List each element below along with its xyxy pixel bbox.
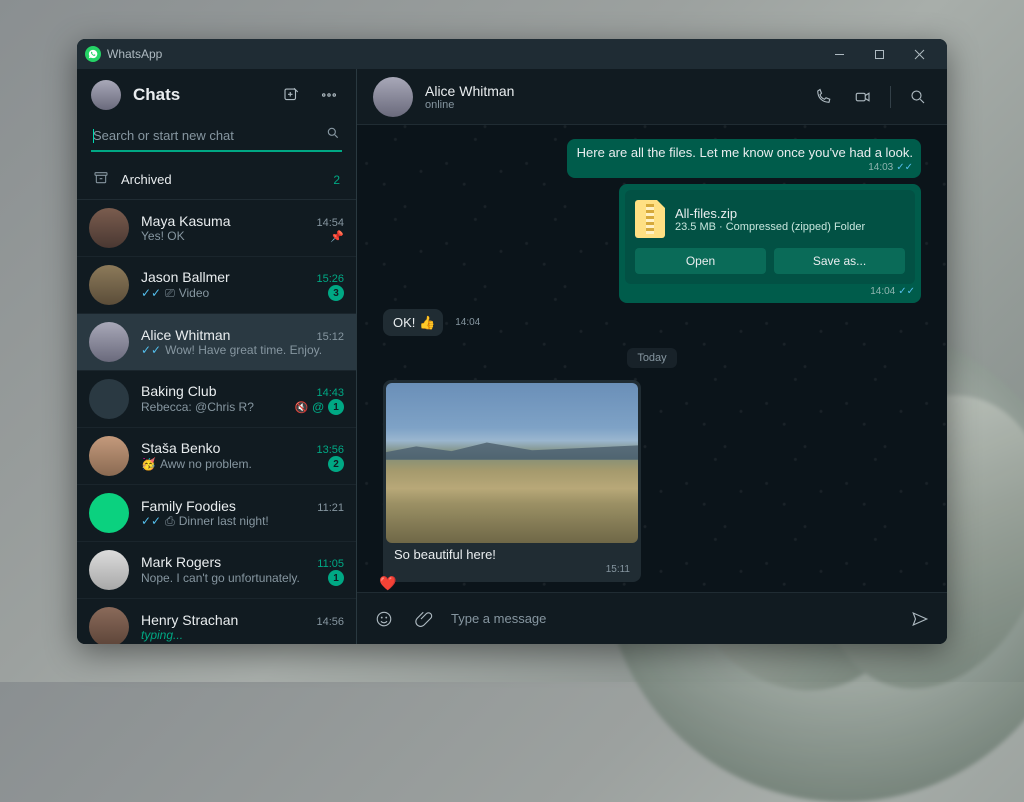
contact-name: Alice Whitman: [425, 83, 798, 99]
chat-preview: Rebecca: @Chris R?: [141, 400, 291, 414]
chat-avatar: [89, 265, 129, 305]
chat-preview: Wow! Have great time. Enjoy.: [165, 343, 340, 357]
chat-avatar: [89, 208, 129, 248]
whatsapp-logo-icon: [85, 46, 101, 62]
chat-list-item[interactable]: Baking Club14:43 Rebecca: @Chris R? 🔇@1: [77, 371, 356, 428]
chat-list-item[interactable]: Family Foodies11:21 ✓✓ ⎙ Dinner last night!: [77, 485, 356, 542]
chat-header: Alice Whitman online: [357, 69, 947, 125]
search-box[interactable]: [91, 121, 342, 152]
chat-name: Jason Ballmer: [141, 269, 316, 285]
chat-preview: Nope. I can't go unfortunately.: [141, 571, 324, 585]
chat-avatar: [89, 322, 129, 362]
chat-list-item[interactable]: Alice Whitman15:12 ✓✓ Wow! Have great time…: [77, 314, 356, 371]
sidebar: Chats: [77, 69, 357, 644]
chat-name: Family Foodies: [141, 498, 317, 514]
video-icon: ⎚: [165, 286, 175, 301]
date-separator: Today: [627, 348, 676, 368]
read-check-icon: ✓✓: [141, 343, 161, 357]
chat-preview: typing...: [141, 628, 340, 642]
mention-icon: @: [312, 400, 324, 414]
chat-preview: Yes! OK: [141, 229, 326, 243]
chat-list-item[interactable]: Henry Strachan14:56typing...: [77, 599, 356, 644]
attach-button[interactable]: [411, 606, 437, 632]
window-maximize-button[interactable]: [859, 39, 899, 69]
chat-avatar: [89, 436, 129, 476]
video-call-button[interactable]: [850, 84, 876, 110]
chat-time: 11:05: [317, 558, 344, 570]
unread-badge: 1: [328, 570, 344, 586]
reaction-heart[interactable]: ❤️: [379, 575, 396, 592]
unread-badge: 3: [328, 285, 344, 301]
chat-name: Maya Kasuma: [141, 213, 316, 229]
file-save-button[interactable]: Save as...: [774, 248, 905, 274]
chat-time: 15:12: [316, 331, 344, 343]
more-menu-button[interactable]: [316, 82, 342, 108]
messages-area[interactable]: Here are all the files. Let me know once…: [357, 125, 947, 592]
message-out-text[interactable]: Here are all the files. Let me know once…: [567, 139, 921, 178]
chat-time: 13:56: [316, 444, 344, 456]
chat-avatar: [89, 607, 129, 644]
read-check-icon: ✓✓: [141, 514, 161, 528]
muted-icon: 🔇: [295, 401, 309, 414]
chat-name: Mark Rogers: [141, 554, 317, 570]
titlebar: WhatsApp: [77, 39, 947, 69]
chat-preview: Dinner last night!: [179, 514, 340, 528]
window-minimize-button[interactable]: [819, 39, 859, 69]
archived-row[interactable]: Archived 2: [77, 160, 356, 200]
message-input[interactable]: [451, 611, 893, 626]
titlebar-app-name: WhatsApp: [107, 47, 162, 61]
file-open-button[interactable]: Open: [635, 248, 766, 274]
photo-icon: ⎙: [165, 514, 175, 529]
window-close-button[interactable]: [899, 39, 939, 69]
chat-pane: Alice Whitman online: [357, 69, 947, 644]
chat-name: Baking Club: [141, 383, 316, 399]
chat-avatar: [89, 550, 129, 590]
archive-icon: [93, 170, 109, 189]
send-button[interactable]: [907, 606, 933, 632]
chat-time: 14:56: [316, 616, 344, 628]
chat-time: 11:21: [317, 502, 344, 514]
chat-name: Alice Whitman: [141, 327, 316, 343]
chat-name: Henry Strachan: [141, 612, 316, 628]
app-window: WhatsApp Chats: [77, 39, 947, 644]
chat-list[interactable]: Maya Kasuma14:54Yes! OK📌Jason Ballmer15:…: [77, 200, 356, 644]
new-chat-button[interactable]: [278, 82, 304, 108]
chat-avatar: [89, 379, 129, 419]
emoji-button[interactable]: [371, 606, 397, 632]
message-in-text[interactable]: OK! 👍: [383, 309, 443, 336]
chat-preview: Aww no problem.: [160, 457, 324, 471]
chat-list-item[interactable]: Maya Kasuma14:54Yes! OK 📌: [77, 200, 356, 257]
unread-badge: 1: [328, 399, 344, 415]
archived-count: 2: [333, 173, 340, 187]
chat-name: Staša Benko: [141, 440, 316, 456]
search-icon: [326, 126, 340, 145]
read-check-icon: ✓✓: [896, 162, 913, 173]
voice-call-button[interactable]: [810, 84, 836, 110]
chat-list-item[interactable]: Staša Benko13:56🥳Aww no problem.2: [77, 428, 356, 485]
contact-status: online: [425, 99, 798, 111]
chat-search-button[interactable]: [905, 84, 931, 110]
zip-file-icon: [635, 200, 665, 238]
chat-list-item[interactable]: Mark Rogers11:05Nope. I can't go unfortu…: [77, 542, 356, 599]
contact-avatar[interactable]: [373, 77, 413, 117]
chat-time: 14:54: [316, 217, 344, 229]
chat-time: 15:26: [316, 273, 344, 285]
read-check-icon: ✓✓: [141, 286, 161, 300]
photo-thumbnail[interactable]: [386, 383, 638, 543]
read-check-icon: ✓✓: [898, 286, 915, 297]
my-avatar[interactable]: [91, 80, 121, 110]
sidebar-title: Chats: [133, 85, 266, 105]
unread-badge: 2: [328, 456, 344, 472]
chat-time: 14:43: [316, 387, 344, 399]
archived-label: Archived: [121, 172, 321, 187]
message-out-file[interactable]: All-files.zip 23.5 MB · Compressed (zipp…: [619, 184, 921, 303]
chat-preview: Video: [179, 286, 324, 300]
message-in-photo[interactable]: So beautiful here! 15:11: [383, 380, 641, 582]
pinned-icon: 📌: [330, 230, 344, 243]
chat-avatar: [89, 493, 129, 533]
search-input[interactable]: [93, 128, 320, 143]
composer: [357, 592, 947, 644]
chat-list-item[interactable]: Jason Ballmer15:26 ✓✓ ⎚ Video 3: [77, 257, 356, 314]
